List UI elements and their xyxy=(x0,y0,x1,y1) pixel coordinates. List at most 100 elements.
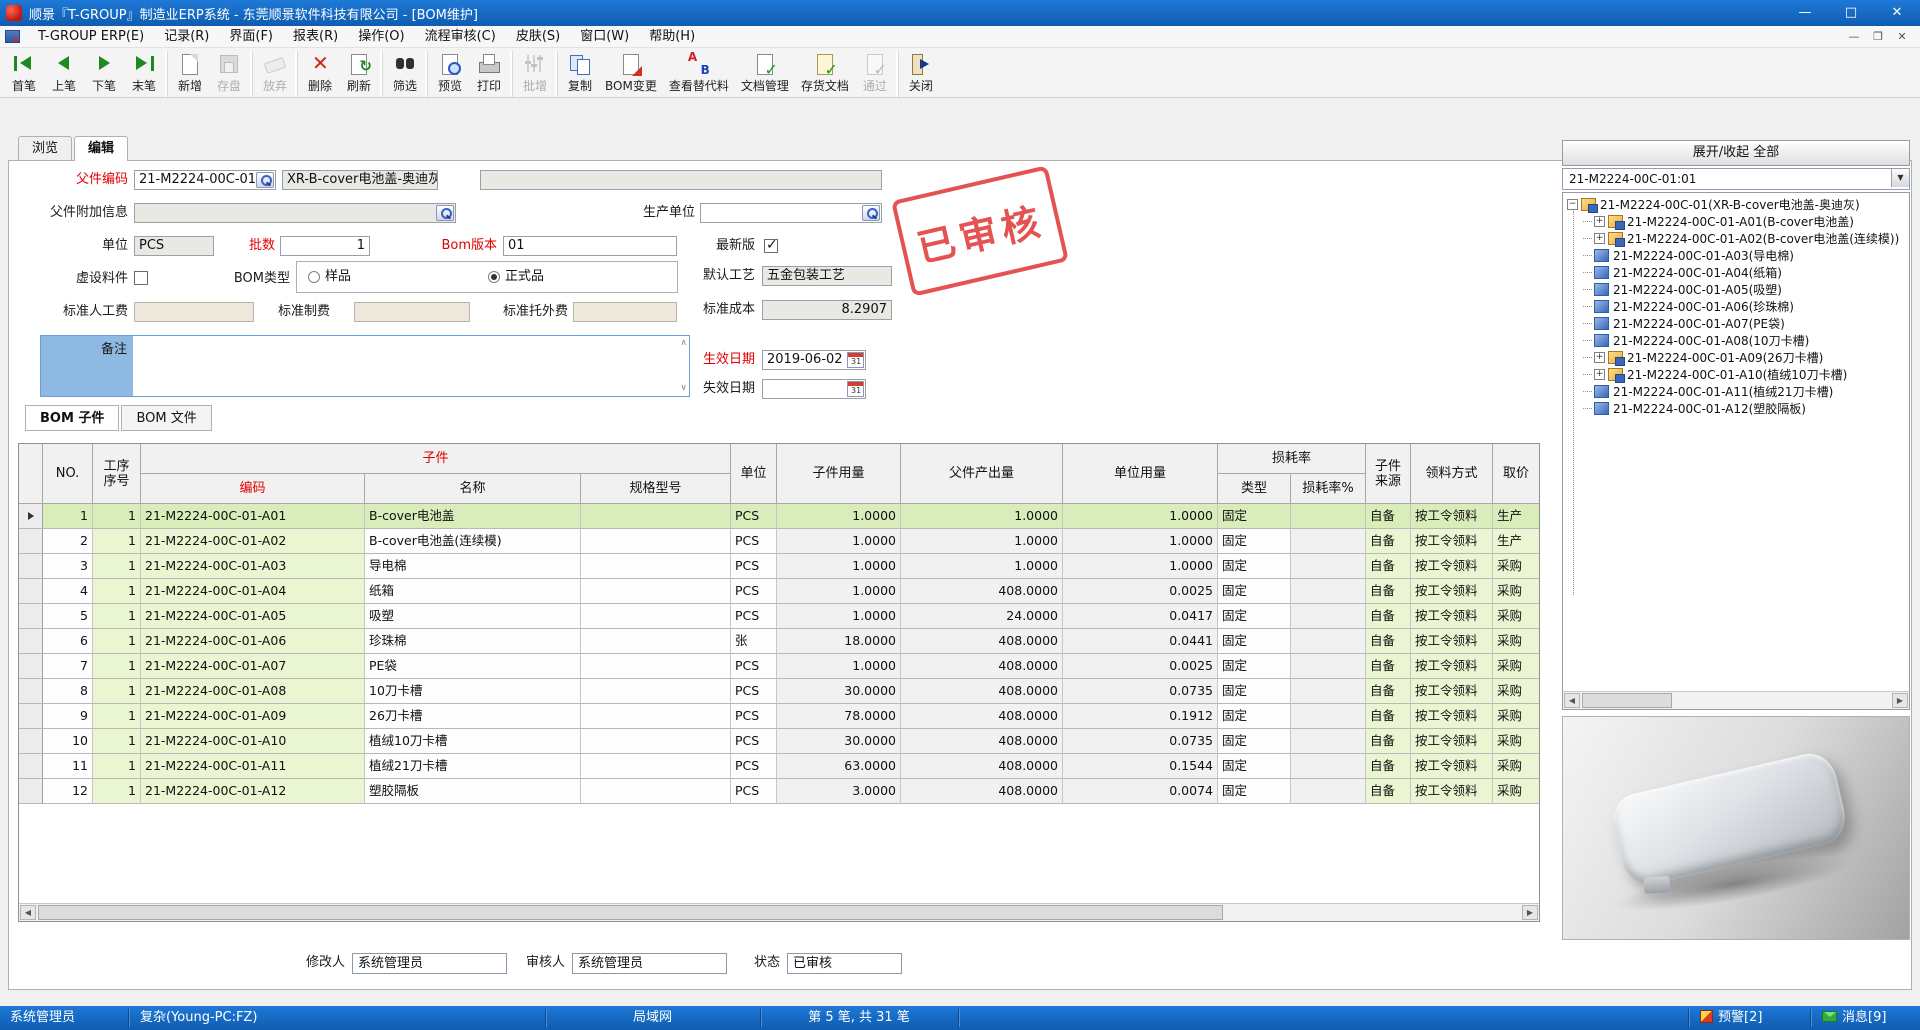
expand-collapse-all-button[interactable]: 展开/收起 全部 xyxy=(1562,140,1910,166)
mdi-child-icon[interactable] xyxy=(5,30,20,43)
header-name[interactable]: 名称 xyxy=(365,474,581,504)
header-spec[interactable]: 规格型号 xyxy=(581,474,731,504)
toolbar-button[interactable]: 复制 xyxy=(557,51,599,97)
tree-expander-icon[interactable] xyxy=(1594,216,1605,227)
tree-h-scrollbar[interactable]: ◀ ▶ xyxy=(1563,691,1909,709)
alert-item[interactable]: 预警[2] xyxy=(1700,1006,1762,1030)
table-row[interactable]: 1 1 21-M2224-00C-01-A01 B-cover电池盖 PCS 1… xyxy=(19,504,1540,529)
header-parent-out[interactable]: 父件产出量 xyxy=(901,444,1063,504)
table-row[interactable]: 6 1 21-M2224-00C-01-A06 珍珠棉 张 18.0000 40… xyxy=(19,629,1540,654)
header-loss-type[interactable]: 类型 xyxy=(1218,474,1291,504)
tree-item[interactable]: 21-M2224-00C-01-A10(植绒10刀卡槽) xyxy=(1563,366,1909,383)
header-unit[interactable]: 单位 xyxy=(731,444,777,504)
expire-date-field[interactable] xyxy=(762,379,866,399)
prod-unit-field[interactable] xyxy=(700,203,882,223)
mdi-minimize-button[interactable]: — xyxy=(1842,27,1866,47)
scroll-right-icon[interactable]: ▶ xyxy=(1892,693,1908,708)
table-row[interactable]: 11 1 21-M2224-00C-01-A11 植绒21刀卡槽 PCS 63.… xyxy=(19,754,1540,779)
menu-item[interactable]: 界面(F) xyxy=(219,26,283,48)
header-source[interactable]: 子件来源 xyxy=(1366,444,1411,504)
tree-item[interactable]: 21-M2224-00C-01-A09(26刀卡槽) xyxy=(1563,349,1909,366)
tree-item[interactable]: 21-M2224-00C-01-A11(植绒21刀卡槽) xyxy=(1563,383,1909,400)
virtual-part-checkbox[interactable] xyxy=(134,271,148,285)
table-row[interactable]: 8 1 21-M2224-00C-01-A08 10刀卡槽 PCS 30.000… xyxy=(19,679,1540,704)
menu-item[interactable]: 操作(O) xyxy=(348,26,414,48)
toolbar-button[interactable]: 存货文档 xyxy=(795,51,855,97)
scroll-left-icon[interactable]: ◀ xyxy=(1564,693,1580,708)
mdi-close-button[interactable]: ✕ xyxy=(1890,27,1914,47)
tree-expander-icon[interactable] xyxy=(1594,352,1605,363)
scrollbar-thumb[interactable] xyxy=(38,905,1223,920)
toolbar-button[interactable]: 通过 xyxy=(855,51,895,97)
message-item[interactable]: 消息[9] xyxy=(1822,1006,1886,1030)
parent-extra-field[interactable] xyxy=(134,203,456,223)
scrollbar-thumb[interactable] xyxy=(1582,693,1672,708)
calendar-icon[interactable] xyxy=(847,352,864,368)
header-issue[interactable]: 领料方式 xyxy=(1411,444,1493,504)
tree-expander-icon[interactable] xyxy=(1594,233,1605,244)
tab-bom-files[interactable]: BOM 文件 xyxy=(121,405,211,431)
latest-version-checkbox[interactable] xyxy=(764,239,778,253)
tree-item[interactable]: 21-M2224-00C-01-A05(吸塑) xyxy=(1563,281,1909,298)
header-code[interactable]: 编码 xyxy=(141,474,365,504)
lookup-icon[interactable] xyxy=(436,205,454,221)
table-row[interactable]: 12 1 21-M2224-00C-01-A12 塑胶隔板 PCS 3.0000… xyxy=(19,779,1540,804)
toolbar-button[interactable]: 上笔 xyxy=(44,51,84,97)
effective-date-field[interactable]: 2019-06-02 xyxy=(762,350,866,370)
menu-item[interactable]: T-GROUP ERP(E) xyxy=(28,26,154,48)
header-loss-rate[interactable]: 损耗率% xyxy=(1291,474,1366,504)
tree-item[interactable]: 21-M2224-00C-01-A02(B-cover电池盖(连续模)) xyxy=(1563,230,1909,247)
tree-expander-icon[interactable] xyxy=(1594,369,1605,380)
toolbar-button[interactable]: 打印 xyxy=(469,51,509,97)
parent-code-field[interactable]: 21-M2224-00C-01 xyxy=(134,170,276,190)
calendar-icon[interactable] xyxy=(847,381,864,397)
table-row[interactable]: 2 1 21-M2224-00C-01-A02 B-cover电池盖(连续模) … xyxy=(19,529,1540,554)
menu-item[interactable]: 记录(R) xyxy=(154,26,219,48)
scroll-up-icon[interactable]: ∧ xyxy=(680,339,687,348)
menu-item[interactable]: 帮助(H) xyxy=(639,26,705,48)
tree-item[interactable]: 21-M2224-00C-01-A07(PE袋) xyxy=(1563,315,1909,332)
tree-item[interactable]: 21-M2224-00C-01-A12(塑胶隔板) xyxy=(1563,400,1909,417)
header-seq[interactable]: 工序序号 xyxy=(93,444,141,504)
menu-item[interactable]: 窗口(W) xyxy=(570,26,639,48)
toolbar-button[interactable]: 批增 xyxy=(512,51,554,97)
menu-item[interactable]: 报表(R) xyxy=(283,26,348,48)
toolbar-button[interactable]: 预览 xyxy=(427,51,469,97)
header-no[interactable]: NO. xyxy=(43,444,93,504)
toolbar-button[interactable]: 文档管理 xyxy=(735,51,795,97)
toolbar-button[interactable]: 末笔 xyxy=(124,51,164,97)
tree-expander-icon[interactable] xyxy=(1567,199,1578,210)
window-close-button[interactable]: ✕ xyxy=(1874,0,1920,26)
scroll-left-icon[interactable]: ◀ xyxy=(20,905,36,920)
grid-h-scrollbar[interactable]: ◀ ▶ xyxy=(19,903,1539,921)
batch-field[interactable]: 1 xyxy=(280,236,370,256)
table-row[interactable]: 3 1 21-M2224-00C-01-A03 导电棉 PCS 1.0000 1… xyxy=(19,554,1540,579)
bom-type-sample-radio[interactable]: 样品 xyxy=(308,267,351,287)
toolbar-button[interactable]: 筛选 xyxy=(382,51,424,97)
tree-item[interactable]: 21-M2224-00C-01-A03(导电棉) xyxy=(1563,247,1909,264)
lookup-icon[interactable] xyxy=(256,172,274,188)
mdi-restore-button[interactable]: ❐ xyxy=(1866,27,1890,47)
tree-item[interactable]: 21-M2224-00C-01-A08(10刀卡槽) xyxy=(1563,332,1909,349)
toolbar-button[interactable]: 存盘 xyxy=(209,51,249,97)
tab-edit[interactable]: 编辑 xyxy=(74,136,128,161)
tree-item[interactable]: 21-M2224-00C-01-A01(B-cover电池盖) xyxy=(1563,213,1909,230)
toolbar-button[interactable]: 下笔 xyxy=(84,51,124,97)
remark-textarea[interactable] xyxy=(133,336,689,396)
header-price[interactable]: 取价 xyxy=(1493,444,1540,504)
toolbar-button[interactable]: 新增 xyxy=(167,51,209,97)
table-row[interactable]: 5 1 21-M2224-00C-01-A05 吸塑 PCS 1.0000 24… xyxy=(19,604,1540,629)
tree-item[interactable]: 21-M2224-00C-01-A06(珍珠棉) xyxy=(1563,298,1909,315)
tab-browse[interactable]: 浏览 xyxy=(18,136,72,160)
tree-item[interactable]: 21-M2224-00C-01(XR-B-cover电池盖-奥迪灰) xyxy=(1563,196,1909,213)
toolbar-button[interactable]: 删除 xyxy=(297,51,339,97)
table-row[interactable]: 10 1 21-M2224-00C-01-A10 植绒10刀卡槽 PCS 30.… xyxy=(19,729,1540,754)
toolbar-button[interactable]: 关闭 xyxy=(898,51,940,97)
table-row[interactable]: 9 1 21-M2224-00C-01-A09 26刀卡槽 PCS 78.000… xyxy=(19,704,1540,729)
remark-box[interactable]: 备注 ∧ ∨ xyxy=(40,335,690,397)
scroll-right-icon[interactable]: ▶ xyxy=(1522,905,1538,920)
bom-type-formal-radio[interactable]: 正式品 xyxy=(488,267,544,287)
tree-item[interactable]: 21-M2224-00C-01-A04(纸箱) xyxy=(1563,264,1909,281)
toolbar-button[interactable]: BOM变更 xyxy=(599,51,663,97)
window-minimize-button[interactable]: — xyxy=(1782,0,1828,26)
